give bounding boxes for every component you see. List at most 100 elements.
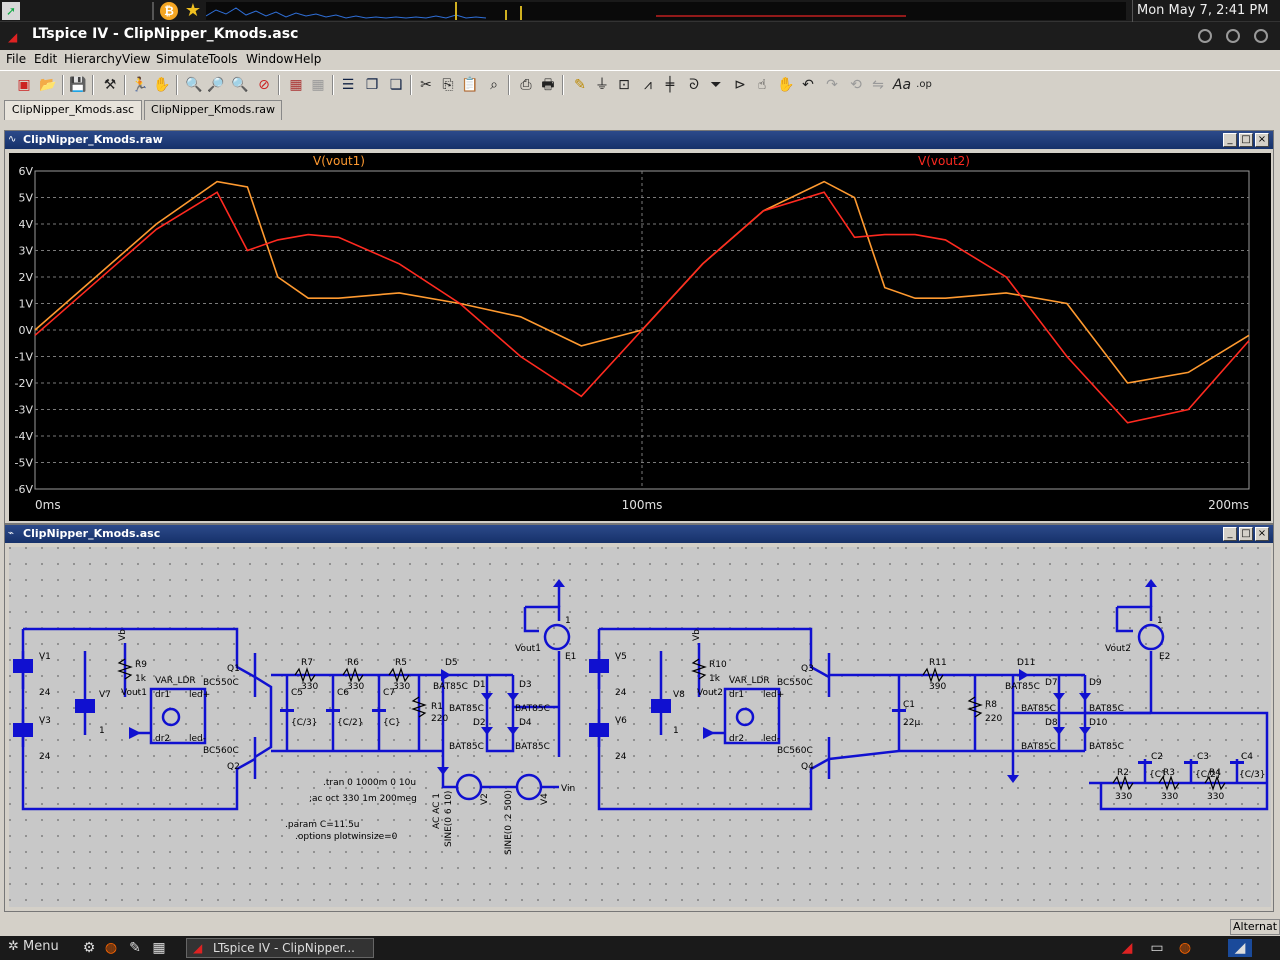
e1-label[interactable]: E1 xyxy=(565,652,576,662)
run-icon[interactable]: 🏃 xyxy=(130,74,150,96)
q2-model[interactable]: BC560C xyxy=(203,746,239,756)
r5-label[interactable]: R5 xyxy=(395,658,407,668)
c1-label[interactable]: C1 xyxy=(903,700,915,710)
v8-value[interactable]: 1 xyxy=(673,726,679,736)
print-icon[interactable]: 🖶 xyxy=(538,74,558,96)
pan-icon[interactable]: ✋ xyxy=(152,74,172,96)
c5-label[interactable]: C5 xyxy=(291,688,303,698)
d2-label[interactable]: D2 xyxy=(473,718,486,728)
rotate-icon[interactable]: ⟲ xyxy=(846,74,866,96)
d5-model[interactable]: BAT85C xyxy=(433,682,468,692)
v1-value[interactable]: 24 xyxy=(39,688,51,698)
v2-label[interactable]: V2 xyxy=(480,793,490,805)
r10-value[interactable]: 1k xyxy=(709,674,721,684)
r7-value[interactable]: 330 xyxy=(301,682,318,692)
tab-waveform[interactable]: ClipNipper_Kmods.raw xyxy=(144,100,282,120)
menu-simulate[interactable]: Simulate xyxy=(156,52,209,66)
zoom-out-icon[interactable]: 🔍 xyxy=(230,74,250,96)
v8-label[interactable]: V8 xyxy=(673,690,685,700)
zoom-in-icon[interactable]: 🔍 xyxy=(184,74,204,96)
v5-value[interactable]: 24 xyxy=(615,688,627,698)
diode-icon[interactable]: ⏷ xyxy=(706,74,726,96)
trace1-legend[interactable]: V(vout1) xyxy=(313,154,365,168)
v4-label[interactable]: V4 xyxy=(540,793,550,805)
e2-label[interactable]: E2 xyxy=(1159,652,1170,662)
q3-label[interactable]: Q3 xyxy=(801,664,814,674)
autorange-icon[interactable]: ▦ xyxy=(286,74,306,96)
menu-file[interactable]: File xyxy=(6,52,26,66)
d8-label[interactable]: D8 xyxy=(1045,718,1058,728)
d11-label[interactable]: D11 xyxy=(1017,658,1035,668)
new-schematic-icon[interactable]: ▣ xyxy=(14,74,34,96)
clock[interactable]: Mon May 7, 2:41 PM xyxy=(1132,0,1280,22)
schematic-minimize-button[interactable]: _ xyxy=(1223,527,1237,541)
trace2-legend[interactable]: V(vout2) xyxy=(918,154,970,168)
v3-label[interactable]: V3 xyxy=(39,716,51,726)
r3-label[interactable]: R3 xyxy=(1163,768,1175,778)
r4-label[interactable]: R4 xyxy=(1209,768,1221,778)
menu-edit[interactable]: Edit xyxy=(34,52,57,66)
schematic-canvas[interactable]: V1 24 V3 24 V7 1 R9 1k Vout1 VAR_LDR dr1… xyxy=(9,547,1271,907)
bitcoin-icon[interactable]: ₿ xyxy=(160,2,178,20)
c7-value[interactable]: {C} xyxy=(383,718,401,728)
minimize-button[interactable] xyxy=(1198,29,1212,43)
tab-schematic[interactable]: ClipNipper_Kmods.asc xyxy=(4,100,142,120)
c4-label[interactable]: C4 xyxy=(1241,752,1253,762)
d9-label[interactable]: D9 xyxy=(1089,678,1102,688)
r11-label[interactable]: R11 xyxy=(929,658,947,668)
settings-icon[interactable]: ⚙ xyxy=(80,939,98,957)
diode-model-label[interactable]: BAT85C xyxy=(449,704,484,714)
v6-value[interactable]: 24 xyxy=(615,752,627,762)
menu-tools[interactable]: Tools xyxy=(208,52,238,66)
ltspice-tray-icon[interactable]: ◢ xyxy=(1118,939,1136,957)
move-icon[interactable]: ☝ xyxy=(752,74,772,96)
r8-label[interactable]: R8 xyxy=(985,700,997,710)
r5-value[interactable]: 330 xyxy=(393,682,410,692)
r2-value[interactable]: 330 xyxy=(1115,792,1132,802)
r11-value[interactable]: 390 xyxy=(929,682,946,692)
copy-icon[interactable]: ⎘ xyxy=(438,74,458,96)
options-directive[interactable]: .options plotwinsize=0 xyxy=(295,832,398,842)
q4-model[interactable]: BC560C xyxy=(777,746,813,756)
taskbar-task-ltspice[interactable]: ◢ LTspice IV - ClipNipper... xyxy=(186,938,374,958)
v7-value[interactable]: 1 xyxy=(99,726,105,736)
r9-label[interactable]: R9 xyxy=(135,660,147,670)
cut-icon[interactable]: ✂ xyxy=(416,74,436,96)
r3-value[interactable]: 330 xyxy=(1161,792,1178,802)
param-directive[interactable]: .param C=11.5u xyxy=(285,820,360,830)
waveform-plot[interactable]: 6V 5V 4V 3V 2V 1V 0V -1V -2V -3V -4V -5V -6V 0ms 100m… xyxy=(9,153,1271,521)
c1-value[interactable]: 22µ xyxy=(903,718,920,728)
menu-hierarchy[interactable]: Hierarchy xyxy=(64,52,122,66)
tile-vertical-icon[interactable]: ❏ xyxy=(386,74,406,96)
v3-value[interactable]: 24 xyxy=(39,752,51,762)
waveform-restore-button[interactable]: □ xyxy=(1239,133,1253,147)
v7-label[interactable]: V7 xyxy=(99,690,111,700)
cascade-icon[interactable]: ❐ xyxy=(362,74,382,96)
grid-icon[interactable]: ▦ xyxy=(308,74,328,96)
diode-model-label[interactable]: BAT85C xyxy=(1089,742,1124,752)
ac-directive[interactable]: ;ac oct 330 1m 200meg xyxy=(309,794,417,804)
r7-label[interactable]: R7 xyxy=(301,658,313,668)
c3-label[interactable]: C3 xyxy=(1197,752,1209,762)
vb2-net-label[interactable]: Vb xyxy=(692,629,702,641)
d11-model[interactable]: BAT85C xyxy=(1005,682,1040,692)
vout2-net-label[interactable]: Vout2 xyxy=(697,688,723,698)
d10-label[interactable]: D10 xyxy=(1089,718,1108,728)
v2-ac[interactable]: AC AC 1 xyxy=(432,793,442,829)
c7-label[interactable]: C7 xyxy=(383,688,395,698)
menu-view[interactable]: View xyxy=(122,52,150,66)
d1-label[interactable]: D1 xyxy=(473,680,486,690)
tile-horizontal-icon[interactable]: ☰ xyxy=(338,74,358,96)
zoom-fit-icon[interactable]: ⊘ xyxy=(254,74,274,96)
menu-help[interactable]: Help xyxy=(294,52,321,66)
start-menu[interactable]: ✲ Menu xyxy=(8,939,59,954)
v5-label[interactable]: V5 xyxy=(615,652,627,662)
v4-spec[interactable]: SINE(0 .2 500) xyxy=(504,790,514,855)
diode-model-label[interactable]: BAT85C xyxy=(1021,742,1056,752)
close-button[interactable] xyxy=(1254,29,1268,43)
vin-net-label[interactable]: Vin xyxy=(561,784,575,794)
r2-label[interactable]: R2 xyxy=(1117,768,1129,778)
drag-icon[interactable]: ✋ xyxy=(776,74,796,96)
wire-icon[interactable]: ✎ xyxy=(570,74,590,96)
q4-label[interactable]: Q4 xyxy=(801,762,814,772)
